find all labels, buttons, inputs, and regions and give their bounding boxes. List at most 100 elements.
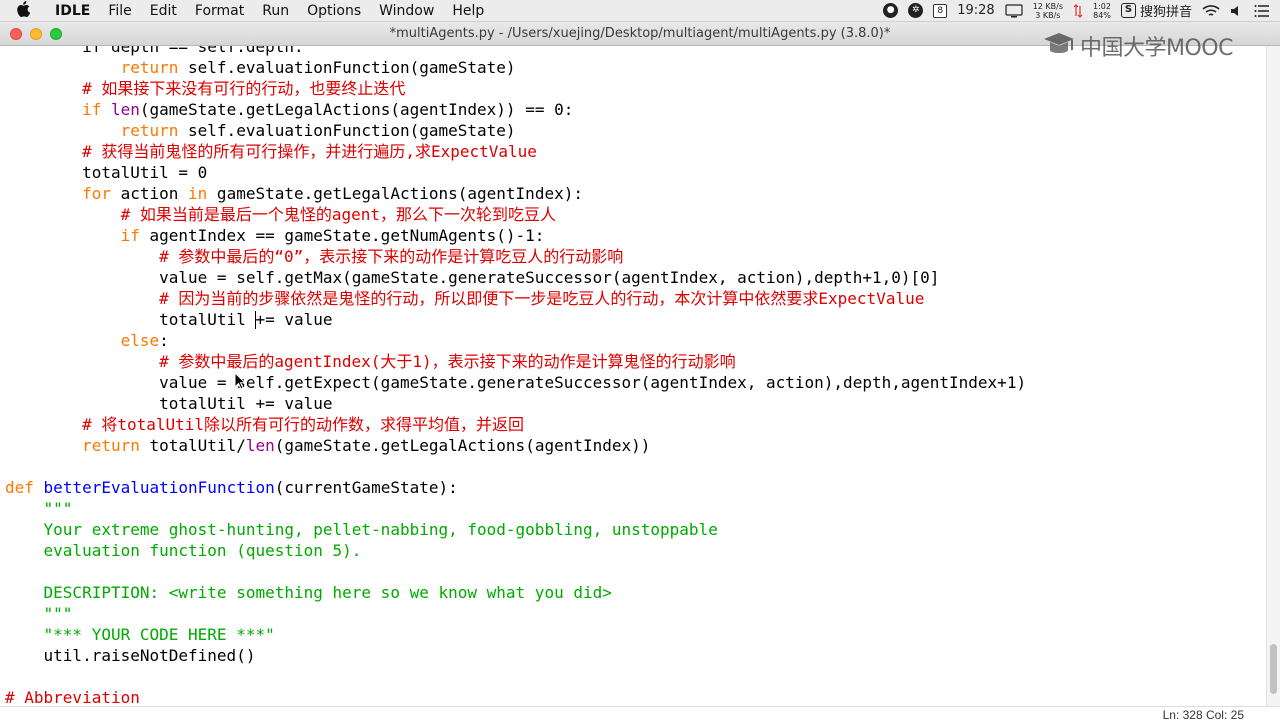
code-token: # 参数中最后的“0”，表示接下来的动作是计算吃豆人的行动影响 [5,247,624,266]
code-token: totalUtil = 0 [5,163,208,182]
code-token: if [82,100,102,119]
transfer-arrows-icon [1073,3,1083,18]
volume-icon[interactable] [1230,4,1244,18]
code-token: value = self.getMax(gameState.generateSu… [5,268,940,287]
net-up: 12 KB/s [1032,1,1064,11]
cursor-position: Ln: 328 Col: 25 [1162,708,1244,720]
code-token: : [159,331,169,350]
code-editor[interactable]: if depth == self.depth: return self.eval… [0,46,1266,706]
code-token: # 因为当前的步骤依然是鬼怪的行动，所以即便下一步是吃豆人的行动，本次计算中依然… [5,289,925,308]
battery-status[interactable]: 1:02 84% [1093,2,1111,20]
code-token: # 如果当前是最后一个鬼怪的agent，那么下一次轮到吃豆人 [5,205,557,224]
code-line: for action in gameState.getLegalActions(… [5,183,583,204]
vertical-scrollbar[interactable] [1266,46,1280,706]
code-token: for [82,184,111,203]
code-token: in [188,184,208,203]
code-line: DESCRIPTION: <write something here so we… [5,582,612,603]
code-token: agentIndex == gameState.getNumAgents()-1… [139,226,545,245]
code-token: value = self.getExpect(gameState.generat… [5,373,1027,392]
code-token: if depth == self.depth: [5,46,304,56]
code-line: # 参数中最后的agentIndex(大于1)，表示接下来的动作是计算鬼怪的行动… [5,351,736,372]
code-line: # 因为当前的步骤依然是鬼怪的行动，所以即便下一步是吃豆人的行动，本次计算中依然… [5,288,924,309]
code-token: totalUtil += value [5,310,333,329]
code-line: # 如果当前是最后一个鬼怪的agent，那么下一次轮到吃豆人 [5,204,556,225]
pinwheel-icon[interactable]: ✲ [908,3,924,18]
code-token: # 参数中最后的agentIndex(大于1)，表示接下来的动作是计算鬼怪的行动… [5,352,736,371]
recording-icon[interactable]: ● [883,3,899,18]
list-menu-icon[interactable] [1254,4,1270,17]
code-line: """ [5,498,73,519]
net-down: 3 KB/s [1035,10,1061,20]
watermark-text: 中国大学MOOC [1080,36,1233,61]
menu-run[interactable]: Run [253,0,298,22]
apple-icon[interactable] [0,0,46,21]
mouse-pointer-icon [234,371,247,394]
code-token: # Abbreviation [5,688,140,706]
code-line: if depth == self.depth: [5,46,304,57]
code-token: if [120,226,140,245]
network-speed[interactable]: 12 KB/s 3 KB/s [1033,2,1063,20]
code-token: Your extreme ghost-hunting, pellet-nabbi… [5,520,718,539]
code-line: totalUtil = 0 [5,162,207,183]
code-line: Your extreme ghost-hunting, pellet-nabbi… [5,519,718,540]
code-line: return self.evaluationFunction(gameState… [5,57,516,78]
code-line: else: [5,330,169,351]
code-token: self.evaluationFunction(gameState) [178,121,516,140]
code-line: totalUtil += value [5,309,333,330]
menu-edit[interactable]: Edit [141,0,186,22]
code-line: return self.evaluationFunction(gameState… [5,120,516,141]
code-token: return [120,121,179,140]
code-token: betterEvaluationFunction [43,478,275,497]
code-line: return totalUtil/len(gameState.getLegalA… [5,435,650,456]
clock[interactable]: 19:28 [957,3,994,18]
scrollbar-thumb[interactable] [1270,644,1277,694]
code-token: util.raiseNotDefined() [5,646,256,665]
code-line: # Abbreviation [5,687,140,706]
code-token: # 将totalUtil除以所有可行的动作数，求得平均值，并返回 [5,415,525,434]
code-token: totalUtil/ [139,436,246,455]
code-token: (gameState.getLegalActions(agentIndex)) [274,436,651,455]
menu-help[interactable]: Help [443,0,493,22]
code-token: evaluation function (question 5). [5,541,362,560]
menu-file[interactable]: File [99,0,140,22]
code-token: (currentGameState): [274,478,458,497]
menu-window[interactable]: Window [370,0,443,22]
code-token: len [110,100,140,119]
status-menu-area: ● ✲ 8 19:28 12 KB/s 3 KB/s 1:02 84% S 搜狗… [873,0,1280,22]
wifi-icon[interactable] [1202,4,1220,18]
code-token: """ [5,604,73,623]
code-line: value = self.getMax(gameState.generateSu… [5,267,939,288]
code-line: if len(gameState.getLegalActions(agentIn… [5,99,573,120]
code-line: "*** YOUR CODE HERE ***" [5,624,275,645]
code-line: if agentIndex == gameState.getNumAgents(… [5,225,545,246]
app-menu-idle[interactable]: IDLE [46,0,99,22]
code-token: def [5,478,34,497]
input-method-label[interactable]: 搜狗拼音 [1140,1,1192,20]
code-token: return [82,436,140,455]
monitor-icon[interactable] [1005,3,1023,18]
code-line: def betterEvaluationFunction(currentGame… [5,477,458,498]
sogou-icon[interactable]: S [1120,3,1136,18]
code-token: else [120,331,160,350]
menu-options[interactable]: Options [298,0,370,22]
code-line: # 获得当前鬼怪的所有可行操作，并进行遍历,求ExpectValue [5,141,537,162]
battery-percent: 84% [1093,10,1111,20]
code-line: totalUtil += value [5,393,332,414]
code-token: DESCRIPTION: <write something here so we… [5,583,612,602]
menu-bar: IDLE File Edit Format Run Options Window… [0,0,1280,22]
calendar-icon[interactable]: 8 [933,3,948,18]
code-token: (gameState.getLegalActions(agentIndex)) … [139,100,574,119]
code-token: "*** YOUR CODE HERE ***" [5,625,275,644]
code-line: """ [5,603,73,624]
menu-format[interactable]: Format [186,0,253,22]
status-bar: Ln: 328 Col: 25 [0,706,1280,720]
code-token: """ [5,499,73,518]
code-token: len [245,436,275,455]
